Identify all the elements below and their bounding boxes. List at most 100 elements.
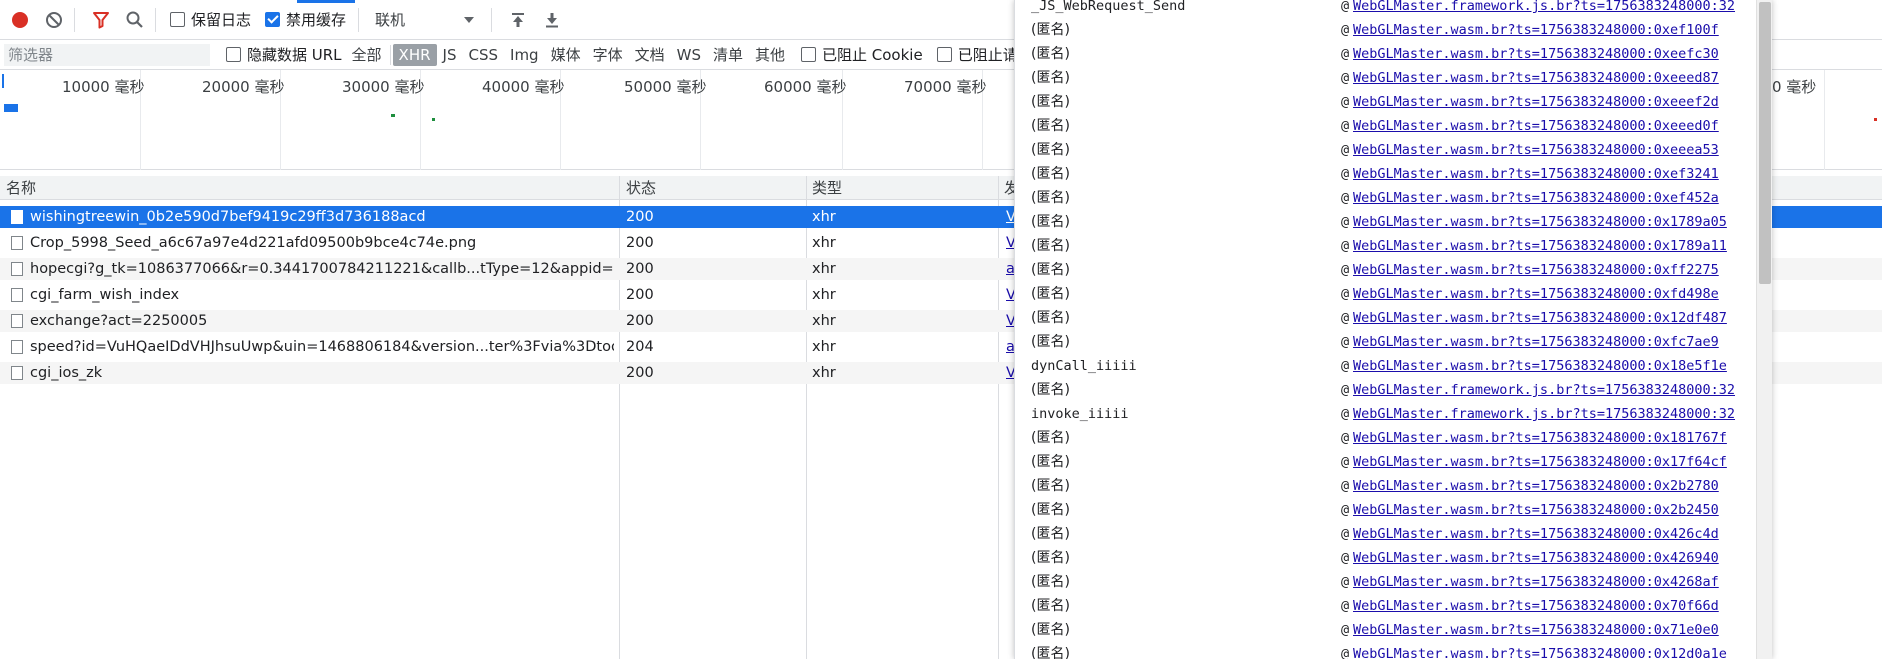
column-header-name[interactable]: 名称 — [6, 176, 36, 200]
stack-frame-source-link[interactable]: WebGLMaster.wasm.br?ts=1756383248000:0xe… — [1353, 162, 1719, 186]
stack-frame-source-link[interactable]: WebGLMaster.wasm.br?ts=1756383248000:0x1… — [1353, 426, 1727, 450]
request-status: 200 — [626, 287, 654, 303]
stack-frame-at-symbol: @ — [1341, 454, 1350, 470]
stack-frame: (匿名) @ WebGLMaster.wasm.br?ts=175638324800… — [1015, 618, 1755, 642]
stack-frame-source-link[interactable]: WebGLMaster.wasm.br?ts=1756383248000:0x7… — [1353, 618, 1719, 642]
column-header-type[interactable]: 类型 — [812, 176, 842, 200]
stack-frame: (匿名) @ WebGLMaster.wasm.br?ts=175638324800… — [1015, 66, 1755, 90]
column-header-status[interactable]: 状态 — [626, 176, 656, 200]
stack-frame-source-link[interactable]: WebGLMaster.wasm.br?ts=1756383248000:0xe… — [1353, 18, 1719, 42]
blocked-requests-box[interactable] — [936, 47, 952, 62]
stack-frame-at-symbol: @ — [1341, 286, 1350, 302]
throttling-select[interactable]: 联机 — [375, 9, 475, 30]
timeline-tick-label: 40000 毫秒 — [482, 78, 565, 96]
filter-type-css[interactable]: CSS — [462, 44, 504, 66]
filter-type-all[interactable]: 全部 — [346, 44, 388, 66]
hide-data-urls-box[interactable] — [226, 47, 241, 62]
filter-type-manifest[interactable]: 清单 — [707, 44, 749, 66]
timeline-tick-label: 10000 毫秒 — [62, 78, 145, 96]
stack-frame-source-link[interactable]: WebGLMaster.wasm.br?ts=1756383248000:0x4… — [1353, 570, 1719, 594]
stack-frame-source-link[interactable]: WebGLMaster.wasm.br?ts=1756383248000:0x1… — [1353, 450, 1727, 474]
document-icon — [11, 314, 23, 328]
stack-frame-source-link[interactable]: WebGLMaster.wasm.br?ts=1756383248000:0xe… — [1353, 186, 1719, 210]
stack-frame-source-link[interactable]: WebGLMaster.wasm.br?ts=1756383248000:0x2… — [1353, 498, 1719, 522]
request-name: exchange?act=2250005 — [30, 313, 208, 329]
stack-frame: (匿名) @ WebGLMaster.wasm.br?ts=175638324800… — [1015, 186, 1755, 210]
stack-frame-source-link[interactable]: WebGLMaster.framework.js.br?ts=175638324… — [1353, 402, 1735, 426]
timeline-request-bar — [432, 118, 435, 121]
stack-frame-source-link[interactable]: WebGLMaster.framework.js.br?ts=175638324… — [1353, 0, 1735, 18]
stack-frame-at-symbol: @ — [1341, 382, 1350, 398]
disable-cache-checkbox[interactable]: 禁用缓存 — [265, 9, 346, 30]
document-icon — [11, 288, 23, 302]
stack-frame-source-link[interactable]: WebGLMaster.wasm.br?ts=1756383248000:0xe… — [1353, 42, 1719, 66]
stack-frame-source-link[interactable]: WebGLMaster.wasm.br?ts=1756383248000:0x4… — [1353, 546, 1719, 570]
stack-frame: (匿名) @ WebGLMaster.framework.js.br?ts=1756… — [1015, 378, 1755, 402]
filter-type-media[interactable]: 媒体 — [545, 44, 587, 66]
stack-frame-source-link[interactable]: WebGLMaster.wasm.br?ts=1756383248000:0x1… — [1353, 306, 1727, 330]
stack-frame-at-symbol: @ — [1341, 238, 1350, 254]
request-name: hopecgi?g_tk=1086377066&r=0.344170078421… — [30, 261, 614, 277]
document-icon — [11, 366, 23, 380]
disable-cache-box[interactable] — [265, 12, 281, 27]
filter-type-xhr[interactable]: XHR — [392, 43, 437, 66]
timeline-request-bar — [1874, 118, 1877, 121]
stack-frame: (匿名) @ WebGLMaster.wasm.br?ts=175638324800… — [1015, 258, 1755, 282]
search-button[interactable] — [121, 6, 149, 34]
stack-frame: (匿名) @ WebGLMaster.wasm.br?ts=175638324800… — [1015, 282, 1755, 306]
stack-frame-source-link[interactable]: WebGLMaster.wasm.br?ts=1756383248000:0xe… — [1353, 138, 1719, 162]
stack-frame-function: (匿名) — [1031, 430, 1070, 446]
filter-type-font[interactable]: 字体 — [587, 44, 629, 66]
stack-frame-source-link[interactable]: WebGLMaster.wasm.br?ts=1756383248000:0xe… — [1353, 90, 1719, 114]
filter-type-img[interactable]: Img — [504, 44, 545, 66]
timeline-gridline — [1824, 70, 1825, 170]
filter-toggle-button[interactable] — [87, 6, 115, 34]
filter-type-doc[interactable]: 文档 — [629, 44, 671, 66]
request-type: xhr — [812, 209, 836, 225]
stack-frame-function: (匿名) — [1031, 334, 1070, 350]
filter-input[interactable]: 筛选器 — [4, 43, 210, 66]
stack-frame-source-link[interactable]: WebGLMaster.wasm.br?ts=1756383248000:0x7… — [1353, 594, 1719, 618]
stack-frame-source-link[interactable]: WebGLMaster.wasm.br?ts=1756383248000:0xf… — [1353, 330, 1719, 354]
stack-frame-source-link[interactable]: WebGLMaster.wasm.br?ts=1756383248000:0x2… — [1353, 474, 1719, 498]
stack-frame-function: (匿名) — [1031, 550, 1070, 566]
stack-frame-at-symbol: @ — [1341, 430, 1350, 446]
blocked-cookies-box[interactable] — [801, 47, 817, 62]
blocked-cookies-checkbox[interactable]: 已阻止 Cookie — [801, 44, 923, 65]
request-status: 200 — [626, 235, 654, 251]
stack-frame-source-link[interactable]: WebGLMaster.wasm.br?ts=1756383248000:0x1… — [1353, 210, 1727, 234]
timeline-marker — [2, 74, 4, 88]
stack-frame-source-link[interactable]: WebGLMaster.wasm.br?ts=1756383248000:0x4… — [1353, 522, 1719, 546]
stack-frame-source-link[interactable]: WebGLMaster.framework.js.br?ts=175638324… — [1353, 378, 1735, 402]
stack-frame: (匿名) @ WebGLMaster.wasm.br?ts=175638324800… — [1015, 114, 1755, 138]
stack-frame-function: (匿名) — [1031, 94, 1070, 110]
filter-type-js[interactable]: JS — [437, 44, 463, 66]
stack-frame-source-link[interactable]: WebGLMaster.wasm.br?ts=1756383248000:0xf… — [1353, 258, 1719, 282]
stack-frame-at-symbol: @ — [1341, 190, 1350, 206]
request-type: xhr — [812, 365, 836, 381]
hide-data-urls-checkbox[interactable]: 隐藏数据 URL — [226, 44, 342, 65]
stack-frame-source-link[interactable]: WebGLMaster.wasm.br?ts=1756383248000:0xf… — [1353, 282, 1719, 306]
stack-frame-source-link[interactable]: WebGLMaster.wasm.br?ts=1756383248000:0xe… — [1353, 114, 1719, 138]
record-button[interactable] — [6, 6, 34, 34]
import-har-button[interactable] — [504, 6, 532, 34]
stack-frame-at-symbol: @ — [1341, 502, 1350, 518]
filter-type-other[interactable]: 其他 — [749, 44, 791, 66]
popover-scrollbar-thumb[interactable] — [1759, 2, 1771, 284]
popover-scrollbar[interactable] — [1756, 0, 1772, 659]
stack-frame-function: (匿名) — [1031, 286, 1070, 302]
stack-frame-function: (匿名) — [1031, 454, 1070, 470]
filter-type-ws[interactable]: WS — [671, 44, 707, 66]
disable-cache-label: 禁用缓存 — [286, 11, 347, 29]
clear-button[interactable] — [40, 6, 68, 34]
preserve-log-checkbox[interactable]: 保留日志 — [170, 9, 251, 30]
blocked-cookies-label: 已阻止 Cookie — [822, 46, 923, 64]
preserve-log-box[interactable] — [170, 12, 185, 27]
stack-frame-function: _JS_WebRequest_Send — [1031, 0, 1186, 14]
stack-frame-source-link[interactable]: WebGLMaster.wasm.br?ts=1756383248000:0x1… — [1353, 354, 1727, 378]
stack-frame-source-link[interactable]: WebGLMaster.wasm.br?ts=1756383248000:0x1… — [1353, 642, 1727, 659]
stack-frame-at-symbol: @ — [1341, 646, 1350, 659]
stack-frame-source-link[interactable]: WebGLMaster.wasm.br?ts=1756383248000:0x1… — [1353, 234, 1727, 258]
stack-frame-source-link[interactable]: WebGLMaster.wasm.br?ts=1756383248000:0xe… — [1353, 66, 1719, 90]
export-har-button[interactable] — [538, 6, 566, 34]
